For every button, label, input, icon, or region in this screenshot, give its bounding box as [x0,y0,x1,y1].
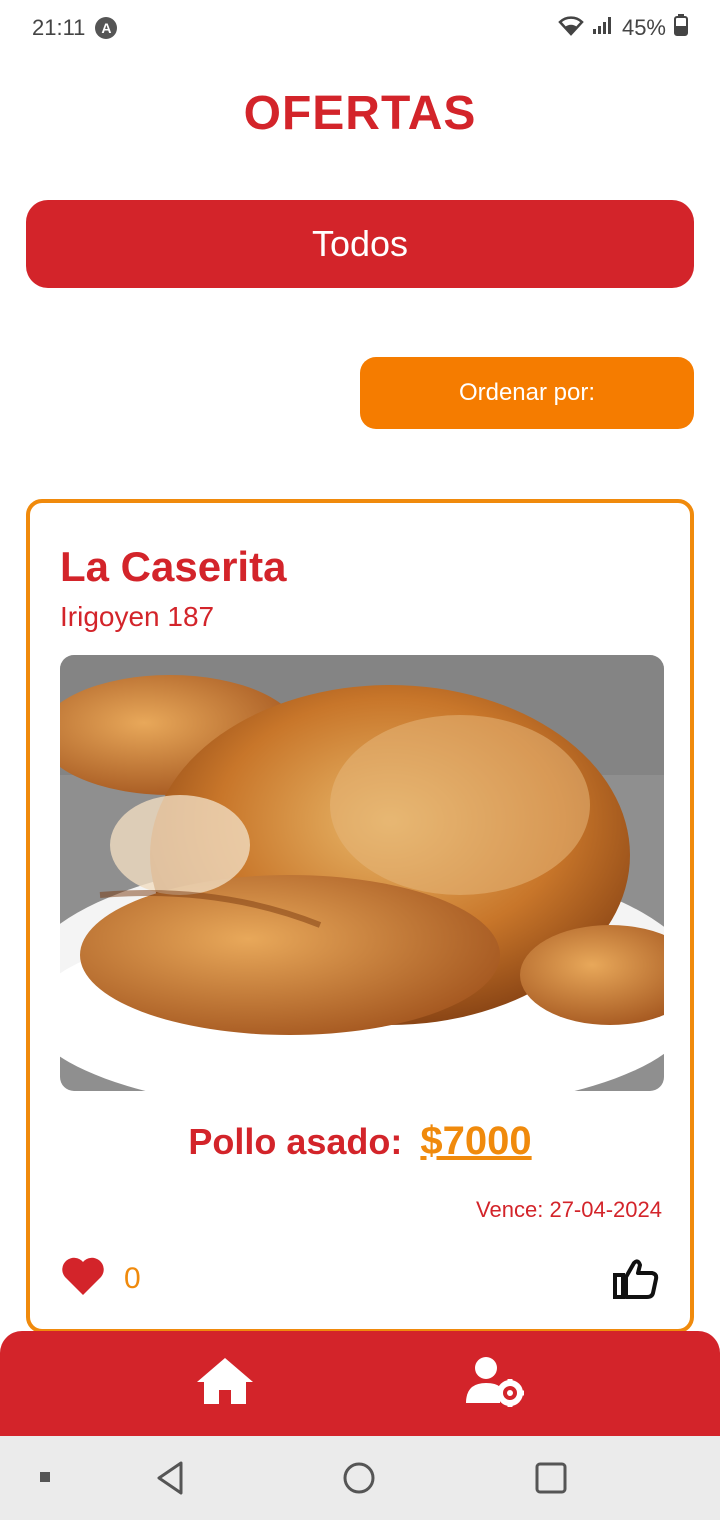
heart-icon[interactable] [60,1255,106,1302]
filter-all-button[interactable]: Todos [26,200,694,288]
expiry-date-value: 27-04-2024 [549,1197,662,1222]
nav-user-settings[interactable] [450,1349,540,1419]
product-price[interactable]: $7000 [420,1119,531,1164]
status-time: 21:11 [32,15,86,40]
like-row: 0 [60,1255,141,1302]
home-icon [195,1356,255,1411]
wifi-icon [558,14,584,42]
system-nav-bar [0,1436,720,1520]
app-notification-icon: A [95,17,118,39]
store-address: Irigoyen 187 [60,601,215,632]
page-title: OFERTAS [243,87,477,140]
like-count: 0 [124,1261,141,1295]
recents-dot-icon [24,1456,68,1500]
battery-icon [674,14,688,42]
battery-percent: 45% [621,15,666,40]
home-button-icon[interactable] [337,1456,381,1500]
status-right: 45% [558,14,688,42]
expiry-date: Vence: 27-04-2024 [476,1197,662,1223]
product-name: Pollo asado: [188,1121,403,1162]
status-left: 21:11 A [32,15,118,41]
store-name: La Caserita [60,543,287,590]
back-icon[interactable] [148,1456,192,1500]
sort-button[interactable]: Ordenar por: [360,357,694,429]
overview-icon[interactable] [529,1456,573,1500]
nav-home[interactable] [180,1349,270,1419]
roast-chicken-photo [60,655,664,1091]
user-settings-icon [464,1355,526,1412]
price-row: Pollo asado: $7000 [30,1119,690,1164]
status-bar: 21:11 A 45% [0,0,720,56]
expiry-label: Vence: [476,1197,544,1222]
signal-icon [592,15,614,41]
thumbs-up-icon[interactable] [612,1257,660,1301]
bottom-nav [0,1331,720,1436]
offer-card[interactable]: La Caserita Irigoyen 187 Pollo asado: $7… [26,499,694,1333]
